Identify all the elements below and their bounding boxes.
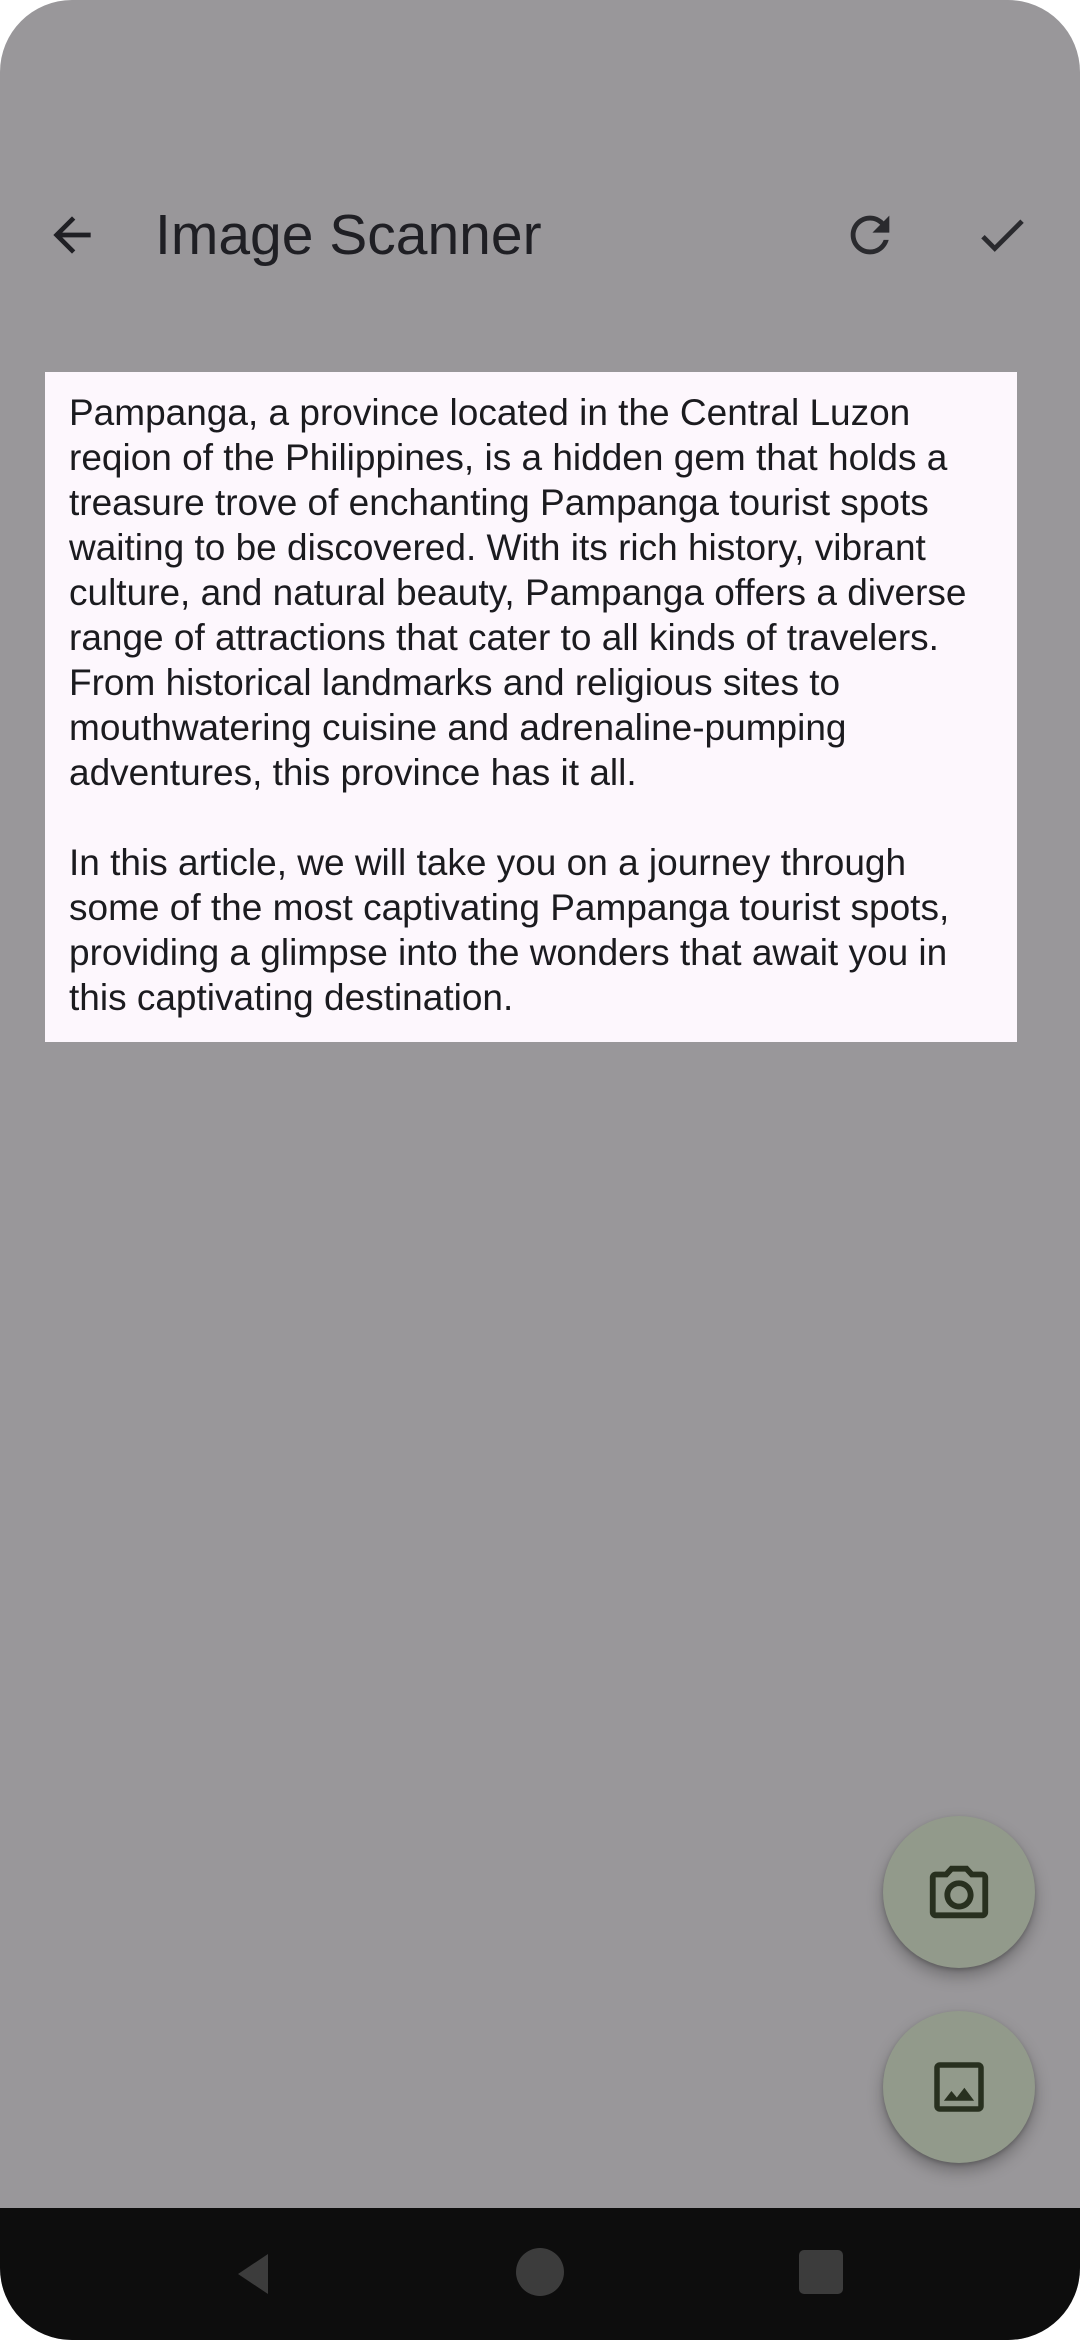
top-app-bar: Image Scanner	[0, 180, 1080, 290]
refresh-icon	[850, 215, 890, 255]
nav-back-icon[interactable]	[228, 2246, 284, 2302]
check-icon	[981, 219, 1024, 252]
image-icon	[934, 2062, 984, 2112]
confirm-button[interactable]	[970, 203, 1034, 267]
scanned-text-paragraph: Pampanga, a province located in the Cent…	[69, 392, 967, 793]
scanned-text-field[interactable]: Pampanga, a province located in the Cent…	[45, 372, 1017, 1042]
camera-fab[interactable]	[883, 1816, 1035, 1968]
app-screen: Image Scanner Pampanga, a province locat…	[0, 0, 1080, 2340]
arrow-back-icon	[53, 216, 91, 254]
back-button[interactable]	[40, 203, 104, 267]
refresh-button[interactable]	[838, 203, 902, 267]
nav-home-icon[interactable]	[516, 2248, 564, 2296]
status-bar	[0, 0, 1080, 130]
camera-icon	[929, 1865, 989, 1919]
scanned-text-paragraph: In this article, we will take you on a j…	[69, 842, 950, 1018]
page-title: Image Scanner	[155, 203, 542, 267]
nav-recents-icon[interactable]	[799, 2250, 843, 2294]
gallery-fab[interactable]	[883, 2011, 1035, 2163]
system-navigation-bar	[0, 2208, 1080, 2340]
